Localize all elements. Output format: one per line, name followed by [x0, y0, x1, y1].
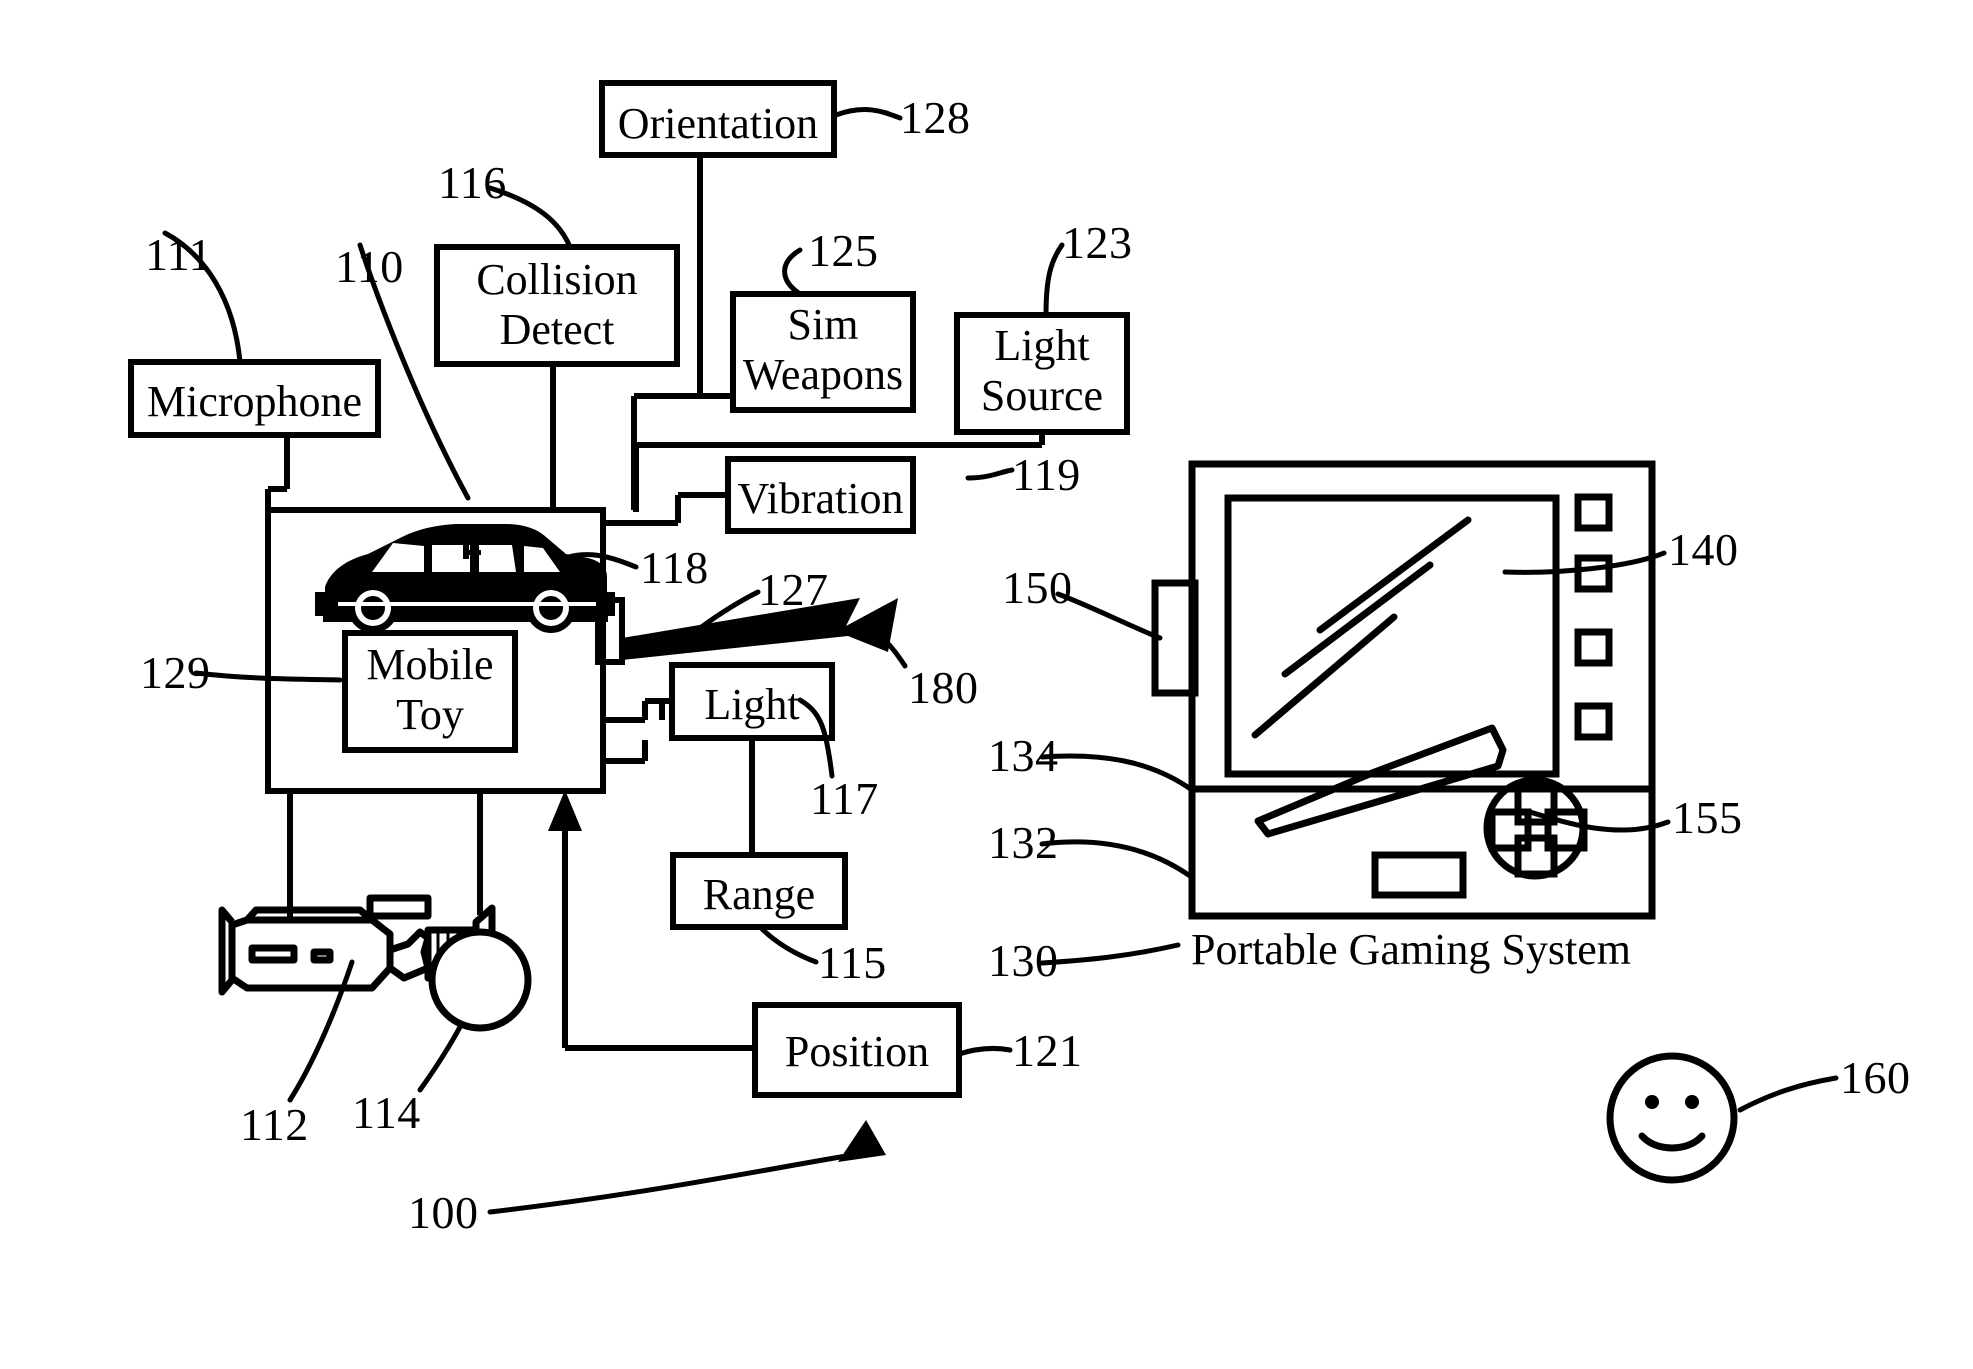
ref-140: 140	[1668, 524, 1739, 575]
mobile-toy-label-line1: Mobile	[366, 640, 494, 689]
ref-110: 110	[335, 241, 404, 292]
ref-118: 118	[640, 542, 709, 593]
leader-115	[757, 924, 819, 965]
ref-114: 114	[352, 1087, 421, 1138]
gaming-screen	[1224, 494, 1560, 778]
gaming-stylus	[1254, 724, 1507, 838]
leader-160	[1737, 1075, 1839, 1113]
ref-180: 180	[908, 662, 979, 713]
ref-112: 112	[240, 1099, 309, 1150]
system-arrowhead	[838, 1120, 886, 1162]
ref-128: 128	[900, 92, 971, 143]
gaming-system-caption: Portable Gaming System	[1191, 925, 1631, 974]
position-label: Position	[784, 1027, 930, 1076]
gaming-lower-rect	[1371, 851, 1467, 899]
ref-134: 134	[988, 730, 1059, 781]
gaming-side-buttons	[1574, 493, 1613, 741]
collision-detect-label-line1: Collision	[476, 255, 638, 304]
gaming-side-button-2	[1574, 554, 1613, 593]
ref-100: 100	[408, 1187, 479, 1238]
ref-150: 150	[1002, 562, 1073, 613]
ref-129: 129	[140, 647, 211, 698]
ref-115: 115	[818, 937, 887, 988]
gaming-side-button-4	[1574, 702, 1613, 741]
ref-132: 132	[988, 817, 1059, 868]
speaker-ball-icon	[428, 928, 566, 1032]
figure-line-art	[128, 80, 1839, 1215]
leader-134	[1039, 753, 1195, 793]
position-arrowhead	[548, 790, 582, 831]
ref-160: 160	[1840, 1052, 1911, 1103]
ref-125: 125	[808, 225, 879, 276]
vibration-label: Vibration	[737, 474, 904, 523]
ref-119: 119	[1012, 449, 1081, 500]
light-label: Light	[704, 680, 800, 729]
light-source-label-line1: Light	[994, 321, 1090, 370]
leader-132	[1039, 839, 1193, 879]
leader-130	[1039, 942, 1181, 966]
ref-155: 155	[1672, 792, 1743, 843]
mobile-toy-label-line2: Toy	[396, 690, 464, 739]
patent-figure: Orientation Collision Detect Sim Weapons…	[0, 0, 1973, 1369]
ref-127: 127	[758, 564, 829, 615]
leader-121	[956, 1045, 1013, 1057]
gaming-side-button-3	[1574, 628, 1613, 667]
collision-detect-label-line2: Detect	[499, 305, 615, 354]
ref-130: 130	[988, 935, 1059, 986]
sim-weapons-label-line2: Weapons	[742, 350, 904, 399]
range-label: Range	[702, 870, 816, 919]
gaming-screen-road-lines	[1251, 516, 1472, 739]
leader-128	[833, 107, 903, 121]
ref-121: 121	[1012, 1025, 1083, 1076]
gaming-dpad	[1483, 776, 1588, 880]
leader-150	[1055, 591, 1163, 641]
microphone-label: Microphone	[146, 377, 363, 426]
leader-125	[782, 247, 803, 297]
ref-116: 116	[438, 157, 507, 208]
light-source-label-line2: Source	[980, 371, 1104, 420]
leader-112	[287, 959, 355, 1103]
leader-123	[1043, 242, 1065, 318]
leader-119	[965, 467, 1015, 481]
sim-weapons-label-line1: Sim	[787, 300, 859, 349]
ref-111: 111	[145, 229, 213, 280]
smiley-face-icon	[1606, 1052, 1738, 1184]
leader-100	[487, 1149, 873, 1215]
ref-123: 123	[1062, 217, 1133, 268]
ref-117: 117	[810, 773, 879, 824]
gaming-side-button-1	[1574, 493, 1613, 532]
orientation-label: Orientation	[617, 99, 819, 148]
